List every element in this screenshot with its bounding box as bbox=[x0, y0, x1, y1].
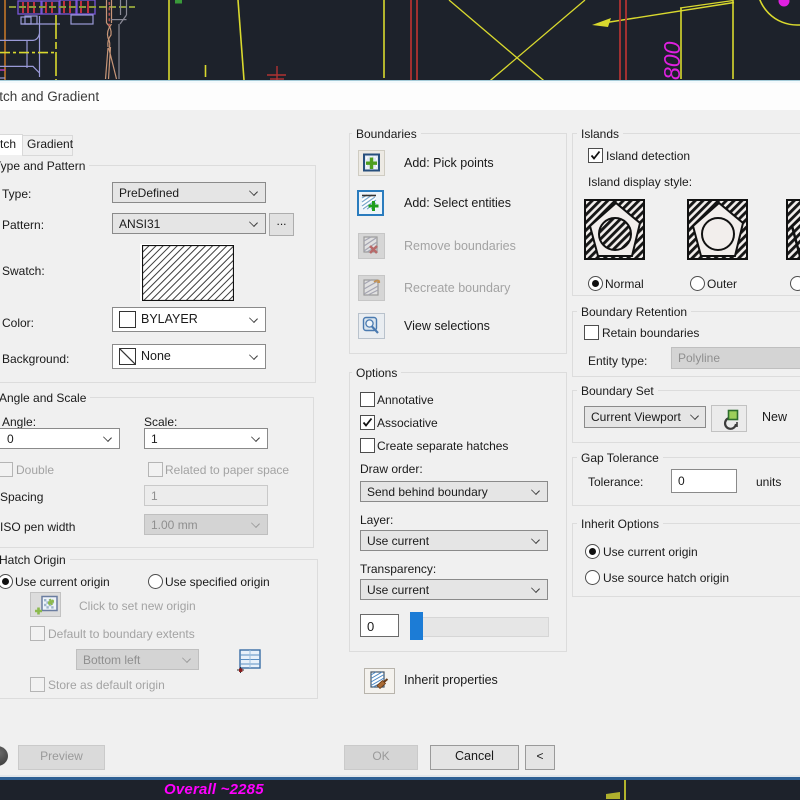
svg-text:800: 800 bbox=[659, 41, 685, 80]
